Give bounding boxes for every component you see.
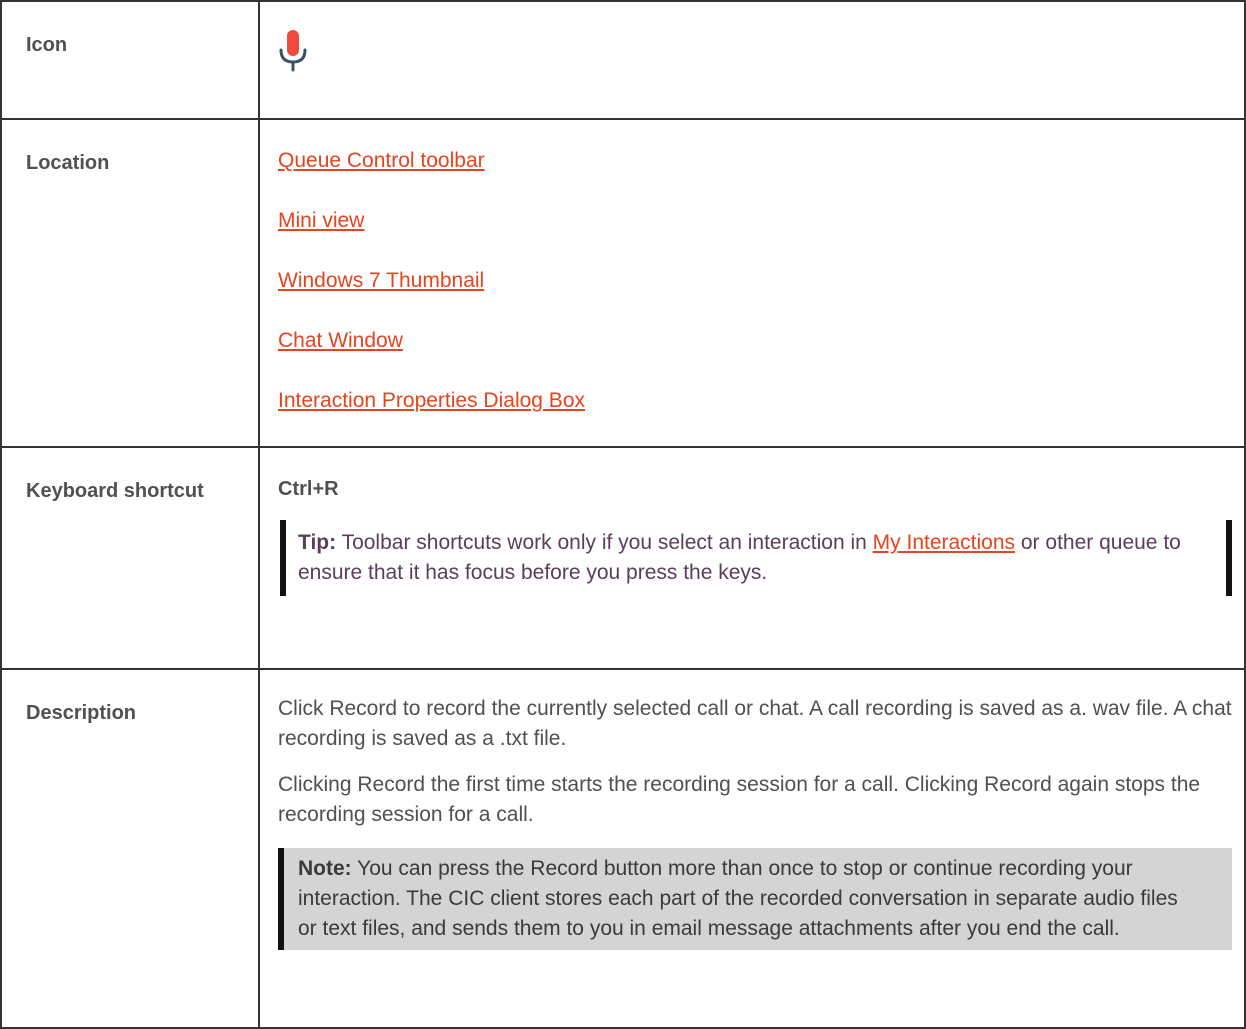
microphone-icon <box>278 30 308 72</box>
windows-7-thumbnail-link[interactable]: Windows 7 Thumbnail <box>278 266 1244 296</box>
note-callout: Note: You can press the Record button mo… <box>278 848 1232 950</box>
keyboard-shortcut-row-value: Ctrl+R Tip: Toolbar shortcuts work only … <box>258 446 1246 670</box>
my-interactions-link[interactable]: My Interactions <box>873 531 1015 554</box>
tip-label: Tip: <box>298 531 337 554</box>
description-row: Description Click Record to record the c… <box>0 668 1246 1029</box>
tip-callout: Tip: Toolbar shortcuts work only if you … <box>280 520 1232 596</box>
description-row-value: Click Record to record the currently sel… <box>258 668 1246 1029</box>
description-row-label: Description <box>0 668 260 1029</box>
location-link-list: Queue Control toolbar Mini view Windows … <box>278 120 1244 416</box>
record-button-reference-table: Icon Location Queue Control toolbar Mini… <box>0 0 1246 1029</box>
icon-row-label: Icon <box>0 0 260 120</box>
chat-window-link[interactable]: Chat Window <box>278 326 1244 356</box>
icon-row-value <box>258 0 1246 120</box>
keyboard-shortcut-row: Keyboard shortcut Ctrl+R Tip: Toolbar sh… <box>0 446 1246 670</box>
queue-control-toolbar-link[interactable]: Queue Control toolbar <box>278 146 1244 176</box>
description-paragraph-1: Click Record to record the currently sel… <box>278 697 1232 750</box>
note-label: Note: <box>298 857 352 880</box>
location-row: Location Queue Control toolbar Mini view… <box>0 118 1246 448</box>
interaction-properties-dialog-box-link[interactable]: Interaction Properties Dialog Box <box>278 386 1244 416</box>
note-text: You can press the Record button more tha… <box>298 857 1178 940</box>
description-paragraph-2: Clicking Record the first time starts th… <box>278 773 1201 826</box>
location-row-label: Location <box>0 118 260 448</box>
location-row-value: Queue Control toolbar Mini view Windows … <box>258 118 1246 448</box>
keyboard-shortcut-value: Ctrl+R <box>278 478 339 500</box>
tip-text-before: Toolbar shortcuts work only if you selec… <box>336 531 873 554</box>
keyboard-shortcut-row-label: Keyboard shortcut <box>0 446 260 670</box>
icon-row: Icon <box>0 0 1246 120</box>
mini-view-link[interactable]: Mini view <box>278 206 1244 236</box>
